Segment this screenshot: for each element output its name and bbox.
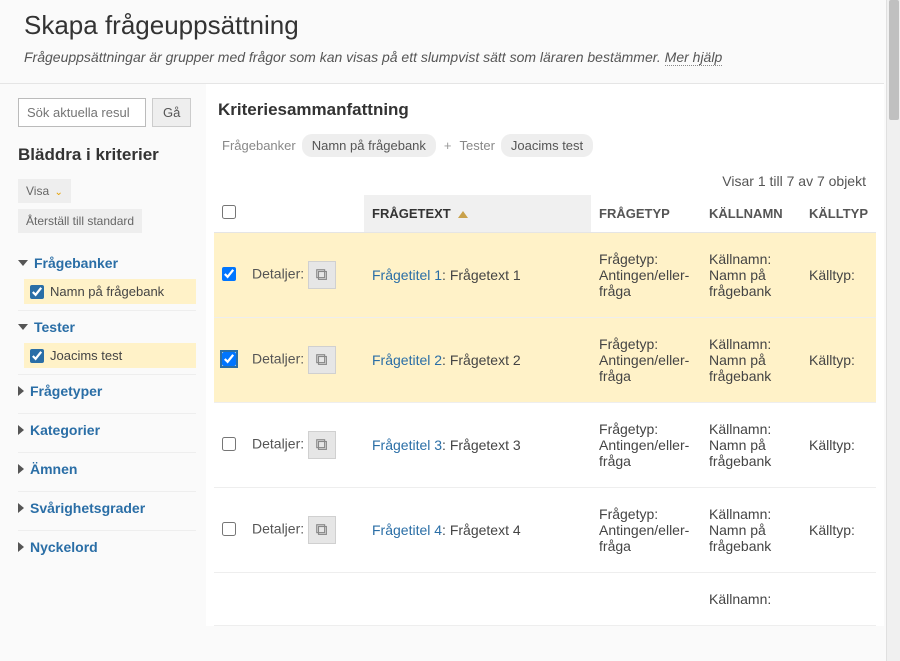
table-row: Detaljer: Frågetitel 4: Frågetext 4 Fråge…: [214, 488, 876, 573]
source-type: Källtyp:: [801, 488, 876, 573]
category-label: Tester: [34, 319, 75, 335]
browse-criteria-title: Bläddra i kriterier: [18, 145, 196, 165]
page-description-text: Frågeuppsättningar är grupper med frågor…: [24, 49, 661, 65]
reset-button[interactable]: Återställ till standard: [18, 209, 142, 233]
category-item-label: Joacims test: [50, 348, 122, 363]
category-item-checkbox[interactable]: [30, 285, 44, 299]
select-all-checkbox[interactable]: [222, 205, 236, 219]
col-source-name[interactable]: KÄLLNAMN: [701, 195, 801, 233]
question-text: : Frågetext 2: [442, 352, 521, 368]
category-nyckelord[interactable]: Nyckelord: [18, 530, 196, 563]
page-title: Skapa frågeuppsättning: [24, 10, 860, 41]
sort-asc-icon: [458, 211, 468, 218]
details-button[interactable]: [308, 261, 336, 289]
category-item[interactable]: Namn på frågebank: [24, 279, 196, 304]
page-description: Frågeuppsättningar är grupper med frågor…: [24, 49, 860, 65]
question-type: Frågetyp: Antingen/eller-fråga: [591, 403, 701, 488]
details-label: Detaljer:: [252, 521, 304, 537]
question-title-link[interactable]: Frågetitel 3: [372, 437, 442, 453]
caret-down-icon: ⌄: [54, 187, 62, 198]
chevron-down-icon: [18, 324, 28, 330]
category-tester[interactable]: Tester: [18, 310, 196, 343]
table-row: Detaljer: Frågetitel 3: Frågetext 3 Fråge…: [214, 403, 876, 488]
source-name: Källnamn:: [701, 573, 801, 626]
question-type: Frågetyp: Antingen/eller-fråga: [591, 318, 701, 403]
criteria-summary-title: Kriteriesammanfattning: [218, 100, 876, 120]
criteria-breadcrumb: Frågebanker Namn på frågebank + Tester J…: [222, 134, 876, 157]
details-button[interactable]: [308, 346, 336, 374]
question-type: Frågetyp: Antingen/eller-fråga: [591, 488, 701, 573]
chevron-right-icon: [18, 542, 24, 552]
more-help-link[interactable]: Mer hjälp: [665, 49, 723, 66]
question-text: : Frågetext 1: [442, 267, 521, 283]
category-label: Frågetyper: [30, 383, 102, 399]
crumb-banks-label: Frågebanker: [222, 138, 296, 153]
col-question-text-label: FRÅGETEXT: [372, 206, 451, 221]
category-svårighetsgrader[interactable]: Svårighetsgrader: [18, 491, 196, 524]
category-label: Kategorier: [30, 422, 100, 438]
chevron-right-icon: [18, 503, 24, 513]
crumb-bank-pill[interactable]: Namn på frågebank: [302, 134, 436, 157]
col-source-type[interactable]: KÄLLTYP: [801, 195, 876, 233]
details-label: Detaljer:: [252, 436, 304, 452]
category-label: Nyckelord: [30, 539, 98, 555]
col-question-text[interactable]: FRÅGETEXT: [364, 195, 591, 233]
chevron-right-icon: [18, 464, 24, 474]
table-row: Detaljer: Frågetitel 2: Frågetext 2 Fråge…: [214, 318, 876, 403]
category-label: Ämnen: [30, 461, 77, 477]
question-type: Frågetyp: Antingen/eller-fråga: [591, 233, 701, 318]
chevron-right-icon: [18, 386, 24, 396]
category-ämnen[interactable]: Ämnen: [18, 452, 196, 485]
source-type: Källtyp:: [801, 403, 876, 488]
row-checkbox[interactable]: [222, 267, 236, 281]
category-item[interactable]: Joacims test: [24, 343, 196, 368]
category-frågebanker[interactable]: Frågebanker: [18, 247, 196, 279]
source-name: Källnamn: Namn på frågebank: [701, 233, 801, 318]
row-checkbox[interactable]: [222, 522, 236, 536]
category-frågetyper[interactable]: Frågetyper: [18, 374, 196, 407]
source-type: Källtyp:: [801, 318, 876, 403]
show-label: Visa: [26, 184, 49, 198]
source-name: Källnamn: Namn på frågebank: [701, 318, 801, 403]
plus-icon: +: [444, 138, 452, 153]
category-label: Svårighetsgrader: [30, 500, 145, 516]
question-text: : Frågetext 4: [442, 522, 521, 538]
vertical-scrollbar[interactable]: [886, 0, 900, 661]
category-label: Frågebanker: [34, 255, 118, 271]
question-title-link[interactable]: Frågetitel 1: [372, 267, 442, 283]
result-count: Visar 1 till 7 av 7 objekt: [214, 173, 876, 195]
show-dropdown[interactable]: Visa ⌄: [18, 179, 71, 203]
question-text: : Frågetext 3: [442, 437, 521, 453]
question-title-link[interactable]: Frågetitel 4: [372, 522, 442, 538]
crumb-test-pill[interactable]: Joacims test: [501, 134, 593, 157]
details-button[interactable]: [308, 516, 336, 544]
row-checkbox[interactable]: [222, 352, 236, 366]
table-row: Källnamn:: [214, 573, 876, 626]
search-input[interactable]: [18, 98, 146, 127]
source-type: Källtyp:: [801, 233, 876, 318]
scrollbar-thumb[interactable]: [889, 0, 899, 120]
col-question-type[interactable]: FRÅGETYP: [591, 195, 701, 233]
details-label: Detaljer:: [252, 266, 304, 282]
row-checkbox[interactable]: [222, 437, 236, 451]
search-go-button[interactable]: Gå: [152, 98, 191, 127]
details-label: Detaljer:: [252, 351, 304, 367]
chevron-down-icon: [18, 260, 28, 266]
source-name: Källnamn: Namn på frågebank: [701, 488, 801, 573]
details-button[interactable]: [308, 431, 336, 459]
source-name: Källnamn: Namn på frågebank: [701, 403, 801, 488]
chevron-right-icon: [18, 425, 24, 435]
table-row: Detaljer: Frågetitel 1: Frågetext 1 Fråge…: [214, 233, 876, 318]
category-item-label: Namn på frågebank: [50, 284, 164, 299]
questions-table: FRÅGETEXT FRÅGETYP KÄLLNAMN KÄLLTYP Deta…: [214, 195, 876, 626]
crumb-tests-label: Tester: [460, 138, 495, 153]
category-item-checkbox[interactable]: [30, 349, 44, 363]
category-kategorier[interactable]: Kategorier: [18, 413, 196, 446]
question-title-link[interactable]: Frågetitel 2: [372, 352, 442, 368]
